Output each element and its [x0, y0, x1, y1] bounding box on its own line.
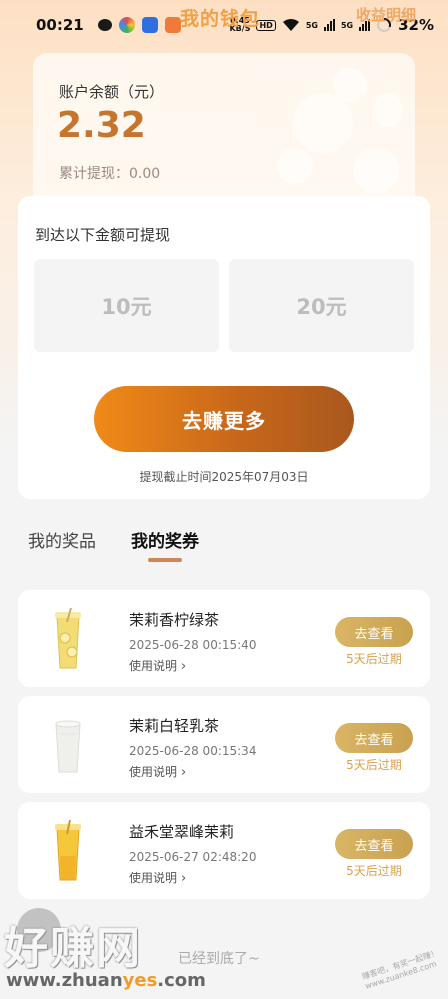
- balance-amount: 2.32: [57, 105, 146, 146]
- expire-note: 5天后过期: [346, 758, 402, 772]
- balance-card: 账户余额（元） 2.32 累计提现：0.00: [33, 53, 415, 208]
- withdraw-option-10[interactable]: 10元: [34, 259, 219, 352]
- end-of-list-text: 已经到底了~: [178, 951, 260, 967]
- withdrawn-value: 0.00: [129, 166, 161, 182]
- coupon-card[interactable]: 茉莉香柠绿茶 2025-06-28 00:15:40 使用说明 › 去查看 5天后…: [18, 590, 430, 687]
- paw-decoration: [353, 148, 399, 194]
- earn-more-button[interactable]: 去赚更多: [94, 386, 354, 452]
- watermark-domain-pre: www.zhuan: [6, 970, 123, 991]
- total-withdrawn: 累计提现：0.00: [59, 163, 160, 183]
- usage-label: 使用说明: [129, 765, 178, 779]
- paw-decoration: [333, 68, 367, 102]
- paw-decoration: [277, 148, 313, 184]
- coupon-time: 2025-06-27 02:48:20: [129, 850, 257, 864]
- orange-app-icon: [164, 17, 181, 33]
- coupon-card[interactable]: 益禾堂翠峰茉莉 2025-06-27 02:48:20 使用说明 › 去查看 5天…: [18, 802, 430, 899]
- coupon-time: 2025-06-28 00:15:34: [129, 744, 257, 758]
- chevron-right-icon: ›: [181, 765, 187, 780]
- coupon-time: 2025-06-28 00:15:40: [129, 638, 257, 652]
- blue-app-icon: [141, 17, 158, 33]
- tab-my-coupons[interactable]: 我的奖券: [131, 527, 199, 552]
- view-coupon-button[interactable]: 去查看: [335, 829, 413, 859]
- coupon-name: 茉莉白轻乳茶: [129, 717, 220, 735]
- usage-instructions-link[interactable]: 使用说明 ›: [129, 869, 186, 886]
- withdraw-deadline: 提现截止时间2025年07月03日: [139, 470, 309, 484]
- chevron-right-icon: ›: [181, 871, 187, 886]
- lemon-tea-cup-icon: [55, 608, 81, 669]
- withdraw-card: 到达以下金额可提现 10元 20元 去赚更多 提现截止时间2025年07月03日: [18, 196, 430, 499]
- balance-label: 账户余额（元）: [59, 83, 165, 101]
- paw-decoration: [293, 93, 353, 153]
- page-title: 我的钱包: [180, 8, 261, 30]
- network-type-1: 5G: [305, 20, 318, 30]
- usage-label: 使用说明: [129, 659, 178, 673]
- coupon-card[interactable]: 茉莉白轻乳茶 2025-06-28 00:15:34 使用说明 › 去查看 5天后…: [18, 696, 430, 793]
- watermark-tag: 赚客吧，有奖一起赚！ www.zuanke8.com: [360, 948, 440, 991]
- view-coupon-button[interactable]: 去查看: [335, 723, 413, 753]
- jasmine-tea-cup-icon: [55, 820, 81, 881]
- watermark-domain: www.zhuanyes.com: [6, 970, 206, 991]
- withdraw-title: 到达以下金额可提现: [35, 226, 171, 244]
- usage-instructions-link[interactable]: 使用说明 ›: [129, 657, 186, 674]
- tab-my-prizes[interactable]: 我的奖品: [28, 527, 96, 552]
- expire-note: 5天后过期: [346, 652, 402, 666]
- withdrawn-label: 累计提现：: [59, 166, 129, 182]
- milk-tea-cup-icon: [55, 720, 81, 773]
- watermark-logo: 好赚网: [4, 923, 142, 974]
- tab-active-indicator: [148, 558, 182, 562]
- expire-note: 5天后过期: [346, 864, 402, 878]
- income-detail-link[interactable]: 收益明细: [356, 4, 416, 25]
- status-app-icons: [97, 17, 181, 33]
- chevron-right-icon: ›: [181, 659, 187, 674]
- usage-label: 使用说明: [129, 871, 178, 885]
- wechat-icon: [97, 19, 112, 31]
- watermark-domain-post: .com: [157, 970, 206, 991]
- watermark-domain-accent: yes: [122, 970, 158, 991]
- coupon-name: 茉莉香柠绿茶: [129, 611, 220, 629]
- coupon-name: 益禾堂翠峰茉莉: [129, 823, 235, 841]
- wifi-icon: [282, 18, 299, 31]
- view-coupon-button[interactable]: 去查看: [335, 617, 413, 647]
- paw-decoration: [373, 93, 403, 127]
- colorful-app-icon: [118, 17, 135, 33]
- network-type-2: 5G: [340, 20, 354, 30]
- usage-instructions-link[interactable]: 使用说明 ›: [129, 763, 186, 780]
- status-time: 00:21: [36, 16, 84, 34]
- signal-bars-icon: [323, 19, 335, 31]
- withdraw-option-20[interactable]: 20元: [229, 259, 414, 352]
